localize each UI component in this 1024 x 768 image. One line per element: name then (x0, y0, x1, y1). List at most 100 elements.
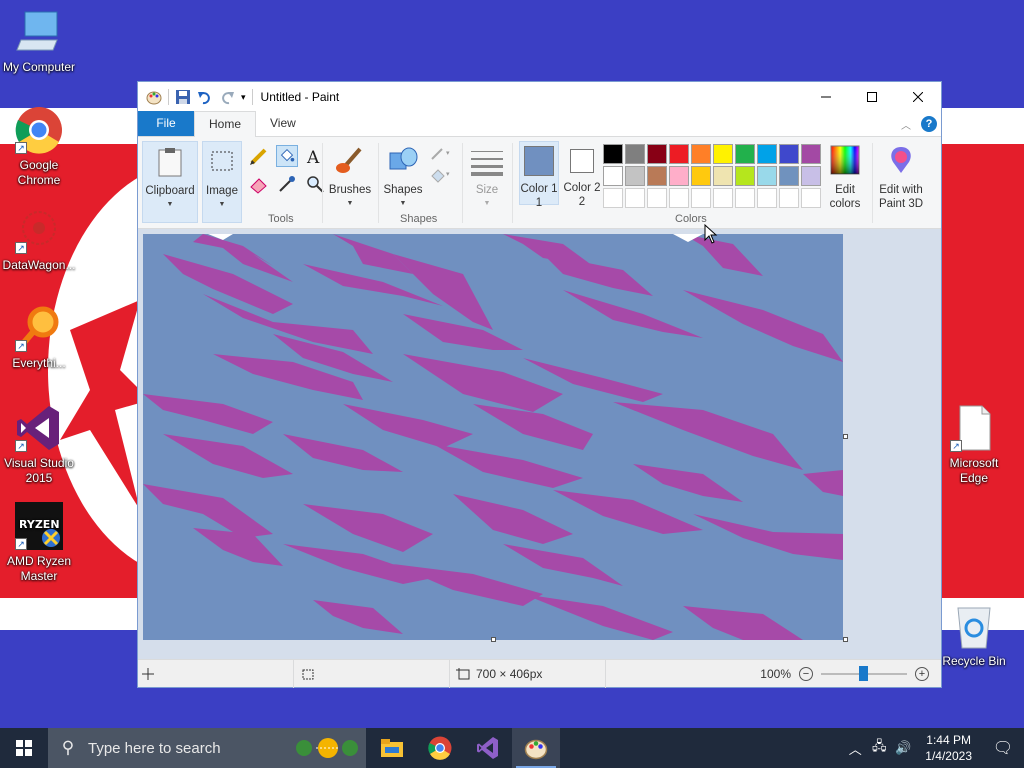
palette-swatch[interactable] (603, 144, 623, 164)
palette-swatch[interactable] (603, 188, 623, 208)
zoom-out-button[interactable]: − (799, 666, 813, 681)
taskbar-clock[interactable]: 1:44 PM 1/4/2023 (915, 732, 982, 764)
window-title: Untitled - Paint (260, 90, 340, 104)
palette-swatch[interactable] (735, 166, 755, 186)
desktop-icon-recycle-bin[interactable]: Recycle Bin (936, 602, 1012, 669)
zoom-slider-thumb[interactable] (859, 665, 868, 681)
network-icon[interactable]: 🖧 (867, 737, 891, 759)
title-bar[interactable]: ▾ Untitled - Paint (138, 82, 941, 112)
palette-swatch[interactable] (625, 188, 645, 208)
color-palette (602, 143, 822, 209)
palette-swatch[interactable] (713, 166, 733, 186)
palette-swatch[interactable] (779, 144, 799, 164)
color1-button[interactable]: Color 1 1 (519, 141, 559, 209)
redo-icon[interactable] (219, 89, 235, 105)
desktop-icon-label: Visual Studio 2015 (4, 456, 74, 485)
resize-handle-right[interactable] (843, 434, 848, 439)
tab-home[interactable]: Home (194, 111, 257, 137)
palette-swatch[interactable] (713, 144, 733, 164)
fill-icon[interactable] (276, 145, 298, 167)
palette-swatch[interactable] (691, 188, 711, 208)
palette-swatch[interactable] (735, 144, 755, 164)
taskbar-paint[interactable] (512, 728, 560, 768)
chevron-up-icon[interactable]: ︿ (843, 739, 867, 758)
pencil-icon[interactable] (248, 145, 270, 167)
edit-colors-icon (829, 145, 861, 177)
minimize-button[interactable] (803, 82, 849, 112)
everything-search-icon: ↗ (15, 304, 63, 352)
palette-swatch[interactable] (603, 166, 623, 186)
palette-swatch[interactable] (669, 144, 689, 164)
palette-swatch[interactable] (779, 166, 799, 186)
palette-swatch[interactable] (625, 144, 645, 164)
desktop-icon-my-computer[interactable]: My Computer (1, 8, 77, 75)
help-icon[interactable]: ? (921, 116, 937, 132)
palette-swatch[interactable] (647, 144, 667, 164)
edit-colors-button[interactable]: Edit colors (824, 141, 866, 210)
close-button[interactable] (895, 82, 941, 112)
color2-button[interactable]: Color 2 2 (562, 141, 602, 208)
desktop-icon-visual-studio[interactable]: ↗ Visual Studio 2015 (1, 404, 77, 486)
paint-window[interactable]: ▾ Untitled - Paint File Home View ︿ ? Cl… (137, 81, 942, 688)
fill-shape-icon[interactable]: ▾ (428, 166, 456, 184)
taskbar-chrome[interactable] (416, 728, 464, 768)
taskbar-file-explorer[interactable] (368, 728, 416, 768)
brushes-button[interactable]: Brushes ▼ (326, 141, 374, 207)
drawing-canvas[interactable] (143, 234, 843, 640)
palette-swatch[interactable] (647, 166, 667, 186)
start-button[interactable] (0, 728, 48, 768)
palette-swatch[interactable] (669, 166, 689, 186)
resize-handle-bottom[interactable] (491, 637, 496, 642)
palette-swatch[interactable] (801, 144, 821, 164)
taskbar-visual-studio[interactable] (464, 728, 512, 768)
eraser-icon[interactable] (248, 173, 270, 195)
image-button[interactable]: Image ▼ (202, 141, 242, 223)
clipboard-button[interactable]: Clipboard ▼ (142, 141, 198, 223)
save-icon[interactable] (175, 89, 191, 105)
visual-studio-icon: ↗ (15, 404, 63, 452)
palette-swatch[interactable] (625, 166, 645, 186)
palette-swatch[interactable] (647, 188, 667, 208)
size-button[interactable]: Size ▼ (466, 141, 508, 207)
palette-swatch[interactable] (735, 188, 755, 208)
zoom-slider[interactable] (821, 665, 907, 681)
resize-handle-corner[interactable] (843, 637, 848, 642)
canvas-scroll-area[interactable] (138, 229, 941, 661)
palette-swatch[interactable] (757, 166, 777, 186)
desktop-icon-chrome[interactable]: ↗ Google Chrome (1, 106, 77, 188)
collapse-ribbon-icon[interactable]: ︿ (901, 117, 911, 132)
maximize-button[interactable] (849, 82, 895, 112)
desktop-icon-label: Everythi... (12, 356, 66, 370)
desktop-icon-edge[interactable]: ↗ Microsoft Edge (936, 404, 1012, 486)
palette-swatch[interactable] (757, 144, 777, 164)
palette-swatch[interactable] (779, 188, 799, 208)
palette-swatch[interactable] (757, 188, 777, 208)
shapes-button[interactable]: Shapes ▼ (382, 141, 424, 207)
palette-swatch[interactable] (801, 188, 821, 208)
edit-with-paint3d-button[interactable]: Edit with Paint 3D (876, 141, 926, 210)
desktop-icon-ryzen-master[interactable]: RYZEN ↗ AMD Ryzen Master (1, 502, 77, 584)
customize-qa-icon[interactable]: ▾ (241, 92, 246, 103)
palette-swatch[interactable] (691, 166, 711, 186)
tab-view[interactable]: View (256, 111, 310, 136)
zoom-controls: 100% − + (760, 665, 941, 681)
volume-icon[interactable]: 🔊 (891, 740, 915, 756)
outline-icon[interactable]: ▾ (428, 145, 456, 163)
undo-icon[interactable] (197, 89, 213, 105)
palette-swatch[interactable] (669, 188, 689, 208)
svg-text:▾: ▾ (446, 171, 450, 178)
quick-access-toolbar: ▾ (138, 89, 253, 105)
desktop-icon-everything[interactable]: ↗ Everythi... (1, 304, 77, 371)
desktop-icon-datawagon[interactable]: ↗ DataWagon... (1, 206, 77, 273)
notification-icon[interactable]: 🗨 (982, 738, 1024, 758)
tab-file[interactable]: File (138, 111, 194, 136)
palette-swatch[interactable] (713, 188, 733, 208)
taskbar-search-box[interactable]: ⚲ Type here to search (48, 728, 366, 768)
shape-outline-fill: ▾ ▾ (428, 145, 458, 185)
palette-swatch[interactable] (691, 144, 711, 164)
color-picker-icon[interactable] (276, 173, 298, 195)
paint-app-icon (524, 739, 548, 760)
brush-icon (334, 145, 366, 177)
palette-swatch[interactable] (801, 166, 821, 186)
zoom-in-button[interactable]: + (915, 666, 929, 681)
